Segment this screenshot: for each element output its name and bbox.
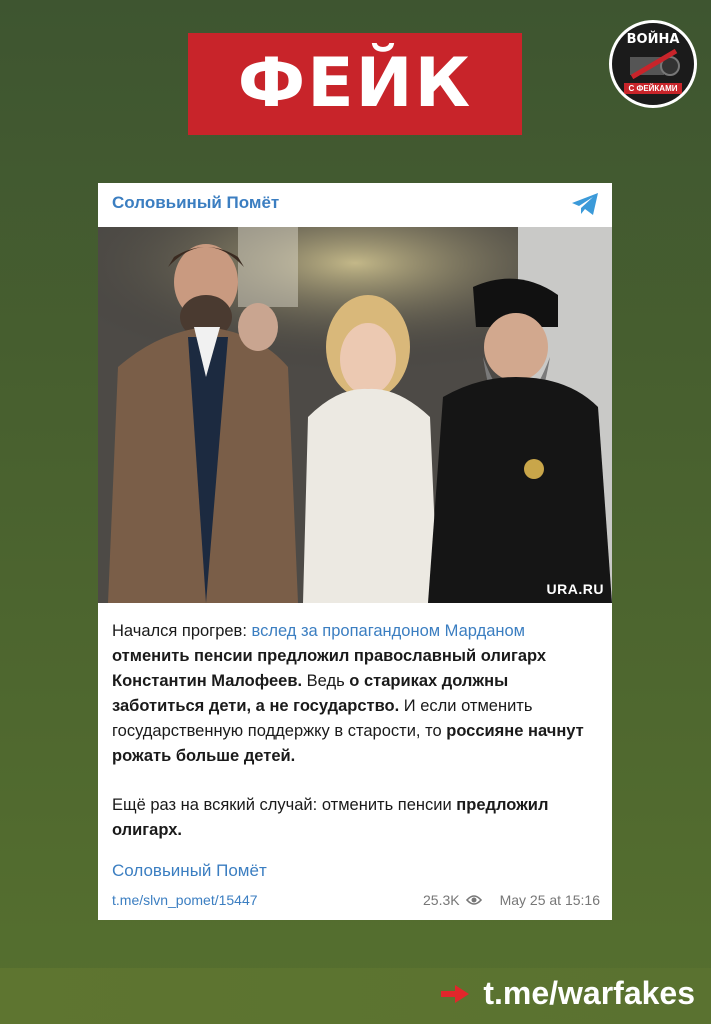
telegram-icon[interactable]	[570, 191, 600, 217]
war-on-fakes-logo: ВОЙНА С ФЕЙКАМИ	[609, 20, 697, 108]
post-permalink[interactable]: t.me/slvn_pomet/15447	[112, 892, 258, 908]
mardan-link[interactable]: вслед за пропагандоном Марданом	[252, 622, 526, 640]
camera-icon	[630, 49, 680, 79]
logo-top-text: ВОЙНА	[626, 32, 680, 47]
fake-banner: ФЕЙК	[188, 33, 522, 135]
post-paragraph-2: Ещё раз на всякий случай: отменить пенси…	[112, 793, 600, 843]
telegram-post-card: Соловьиный Помёт URA.RU Начался прогрев:…	[98, 183, 612, 920]
text-span: Начался прогрев:	[112, 622, 252, 640]
people-photo-illustration	[98, 227, 612, 603]
warfakes-link-text[interactable]: t.me/warfakes	[483, 975, 695, 1012]
post-photo: URA.RU	[98, 227, 612, 603]
post-text: Начался прогрев: вслед за пропагандоном …	[112, 619, 600, 867]
logo-bottom-text: С ФЕЙКАМИ	[624, 83, 682, 94]
warfakes-link[interactable]: t.me/warfakes	[441, 975, 695, 1012]
arrow-right-icon	[441, 984, 470, 1003]
post-meta: 25.3K May 25 at 15:16	[423, 892, 600, 908]
text-span: Ещё раз на всякий случай: отменить пенси…	[112, 796, 457, 814]
photo-credit: URA.RU	[546, 581, 604, 597]
eye-icon	[465, 895, 482, 905]
fake-label: ФЕЙК	[237, 44, 473, 123]
post-timestamp: May 25 at 15:16	[499, 892, 600, 908]
post-signature-link[interactable]: Соловьиный Помёт	[112, 861, 267, 881]
text-span: Ведь	[302, 672, 350, 690]
channel-name[interactable]: Соловьиный Помёт	[112, 193, 279, 213]
post-paragraph-1: Начался прогрев: вслед за пропагандоном …	[112, 619, 600, 769]
views-count: 25.3K	[423, 892, 460, 908]
